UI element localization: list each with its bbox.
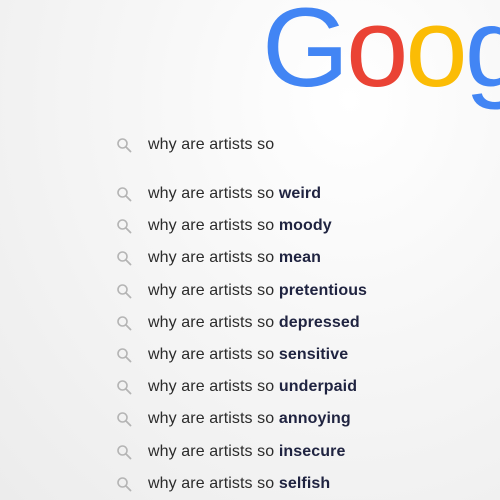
suggestion-item[interactable]: why are artists so moody bbox=[116, 210, 367, 242]
suggestion-item[interactable]: why are artists so depressed bbox=[116, 307, 367, 339]
suggestion-prefix: why are artists so bbox=[148, 249, 279, 267]
suggestion-prefix: why are artists so bbox=[148, 346, 279, 364]
search-icon bbox=[117, 283, 132, 299]
suggestion-completion: sensitive bbox=[278, 346, 349, 364]
search-icon bbox=[117, 412, 132, 427]
suggestion-prefix: why are artists so bbox=[148, 313, 279, 331]
suggestion-prefix: why are artists so bbox=[148, 410, 279, 428]
logo-letter-g: G bbox=[262, 0, 349, 110]
logo-letter-o1: o bbox=[346, 0, 408, 110]
suggestion-prefix: why are artists so bbox=[148, 217, 279, 235]
suggestion-item[interactable]: why are artists so sensitive bbox=[116, 339, 367, 371]
suggestion-text: why are artists so weird bbox=[148, 185, 321, 203]
suggestion-text: why are artists so moody bbox=[148, 217, 332, 235]
search-icon bbox=[117, 251, 132, 266]
search-icon bbox=[117, 348, 132, 363]
search-icon bbox=[117, 219, 132, 234]
search-box[interactable]: why are artists so bbox=[116, 133, 274, 157]
logo-letter-g2: g bbox=[464, 0, 500, 110]
suggestion-item[interactable]: why are artists so selfish bbox=[116, 468, 367, 500]
suggestion-completion: annoying bbox=[278, 410, 351, 428]
search-icon bbox=[117, 138, 132, 153]
suggestion-text: why are artists so pretentious bbox=[148, 282, 367, 300]
suggestion-text: why are artists so selfish bbox=[148, 475, 330, 493]
suggestion-completion: insecure bbox=[278, 442, 346, 460]
search-icon bbox=[117, 187, 132, 202]
suggestion-completion: moody bbox=[278, 217, 332, 235]
suggestion-prefix: why are artists so bbox=[148, 378, 279, 396]
google-logo[interactable]: Goog bbox=[262, 0, 500, 104]
suggestion-item[interactable]: why are artists so annoying bbox=[116, 403, 367, 435]
suggestion-item[interactable]: why are artists so underpaid bbox=[116, 371, 367, 403]
suggestion-completion: pretentious bbox=[278, 281, 368, 299]
suggestion-text: why are artists so underpaid bbox=[148, 378, 357, 396]
suggestion-text: why are artists so annoying bbox=[148, 410, 351, 428]
suggestion-prefix: why are artists so bbox=[148, 185, 279, 203]
search-icon bbox=[117, 444, 132, 459]
suggestion-text: why are artists so insecure bbox=[148, 443, 345, 461]
suggestion-completion: mean bbox=[278, 249, 322, 267]
suggestion-text: why are artists so depressed bbox=[148, 314, 360, 332]
suggestion-item[interactable]: why are artists so pretentious bbox=[116, 275, 367, 307]
search-input[interactable]: why are artists so bbox=[148, 136, 274, 154]
suggestion-completion: depressed bbox=[278, 313, 360, 331]
suggestion-item[interactable]: why are artists so weird bbox=[116, 178, 367, 210]
suggestion-item[interactable]: why are artists so insecure bbox=[116, 436, 367, 468]
suggestion-completion: underpaid bbox=[278, 378, 358, 396]
suggestion-prefix: why are artists so bbox=[148, 281, 279, 299]
suggestion-text: why are artists so sensitive bbox=[148, 346, 348, 364]
suggestion-item[interactable]: why are artists so mean bbox=[116, 242, 367, 274]
search-icon bbox=[117, 380, 132, 395]
suggestion-prefix: why are artists so bbox=[148, 474, 279, 492]
suggestion-prefix: why are artists so bbox=[148, 442, 279, 460]
search-icon bbox=[117, 316, 132, 331]
suggestion-text: why are artists so mean bbox=[148, 249, 321, 267]
suggestion-list: why are artists so weird why are artists… bbox=[116, 178, 367, 500]
logo-letter-o2: o bbox=[405, 0, 467, 110]
search-icon bbox=[117, 476, 132, 492]
suggestion-completion: weird bbox=[278, 185, 322, 203]
suggestion-completion: selfish bbox=[278, 474, 331, 492]
